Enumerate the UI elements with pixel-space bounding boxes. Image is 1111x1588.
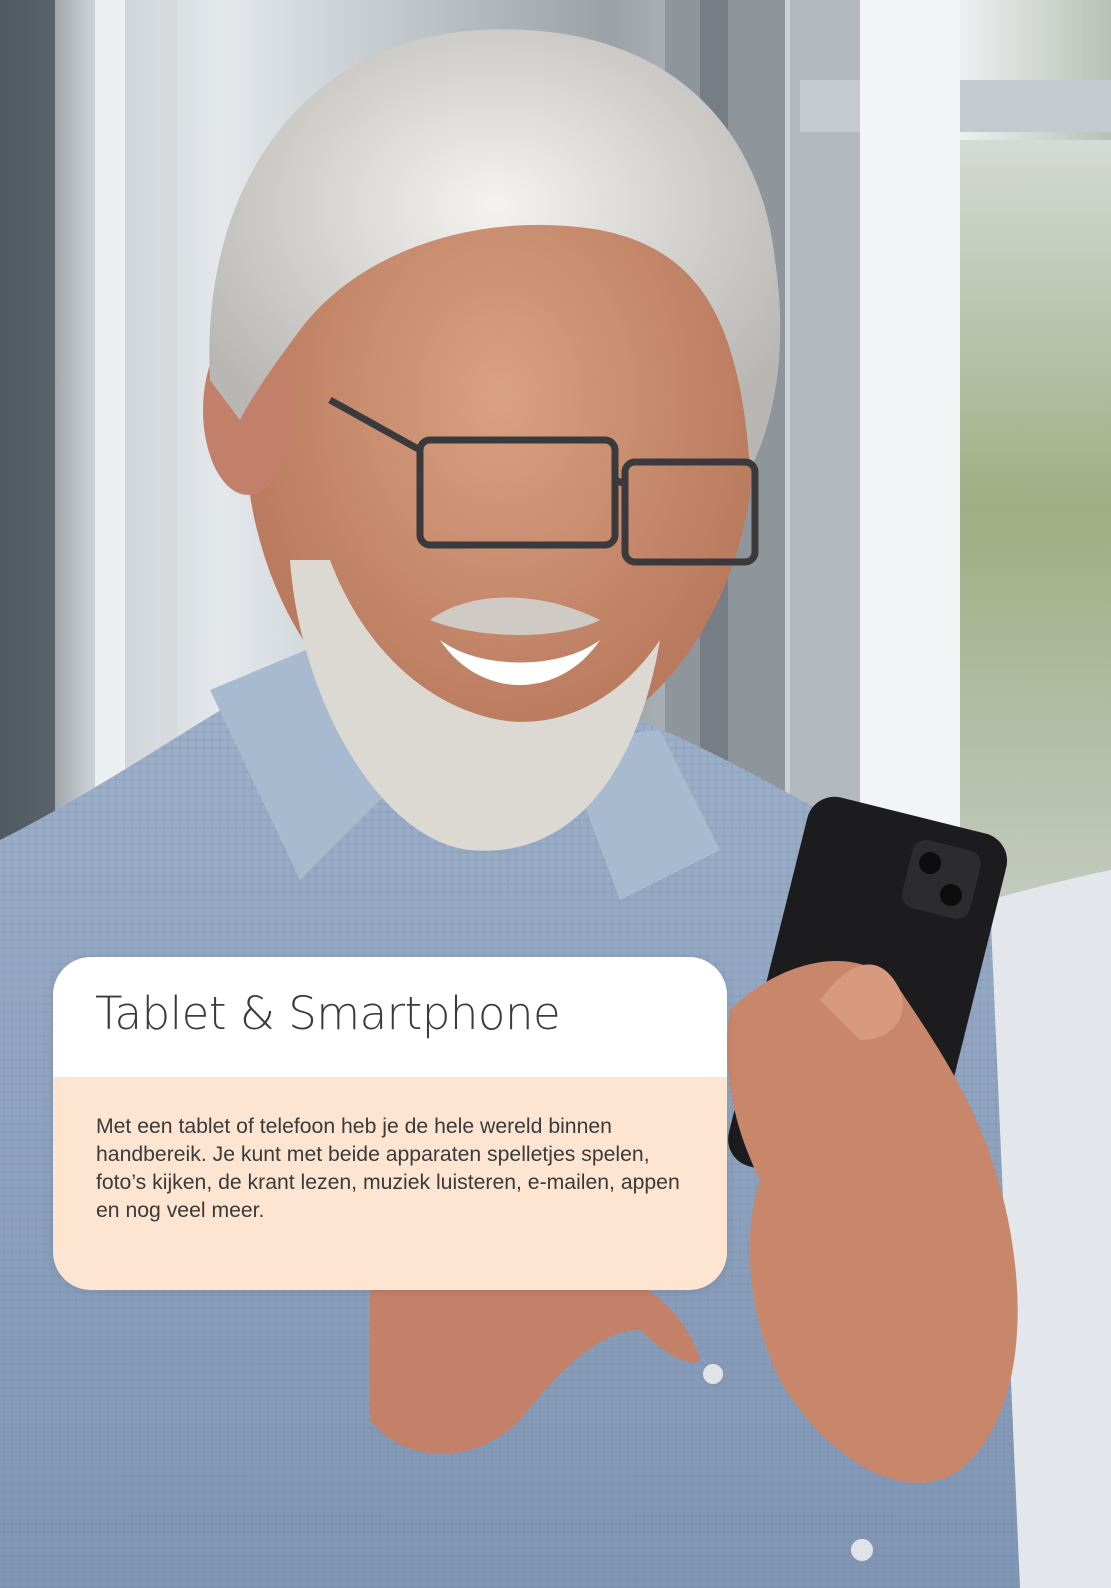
photo-illustration (0, 0, 1111, 1588)
card-header: Tablet & Smartphone (53, 957, 727, 1077)
card-body: Met een tablet of telefoon heb je de hel… (53, 1077, 727, 1290)
card-description: Met een tablet of telefoon heb je de hel… (96, 1115, 680, 1222)
card-title: Tablet & Smartphone (95, 987, 561, 1040)
info-card: Tablet & Smartphone Met een tablet of te… (53, 957, 727, 1290)
hero-photo (0, 0, 1111, 1588)
